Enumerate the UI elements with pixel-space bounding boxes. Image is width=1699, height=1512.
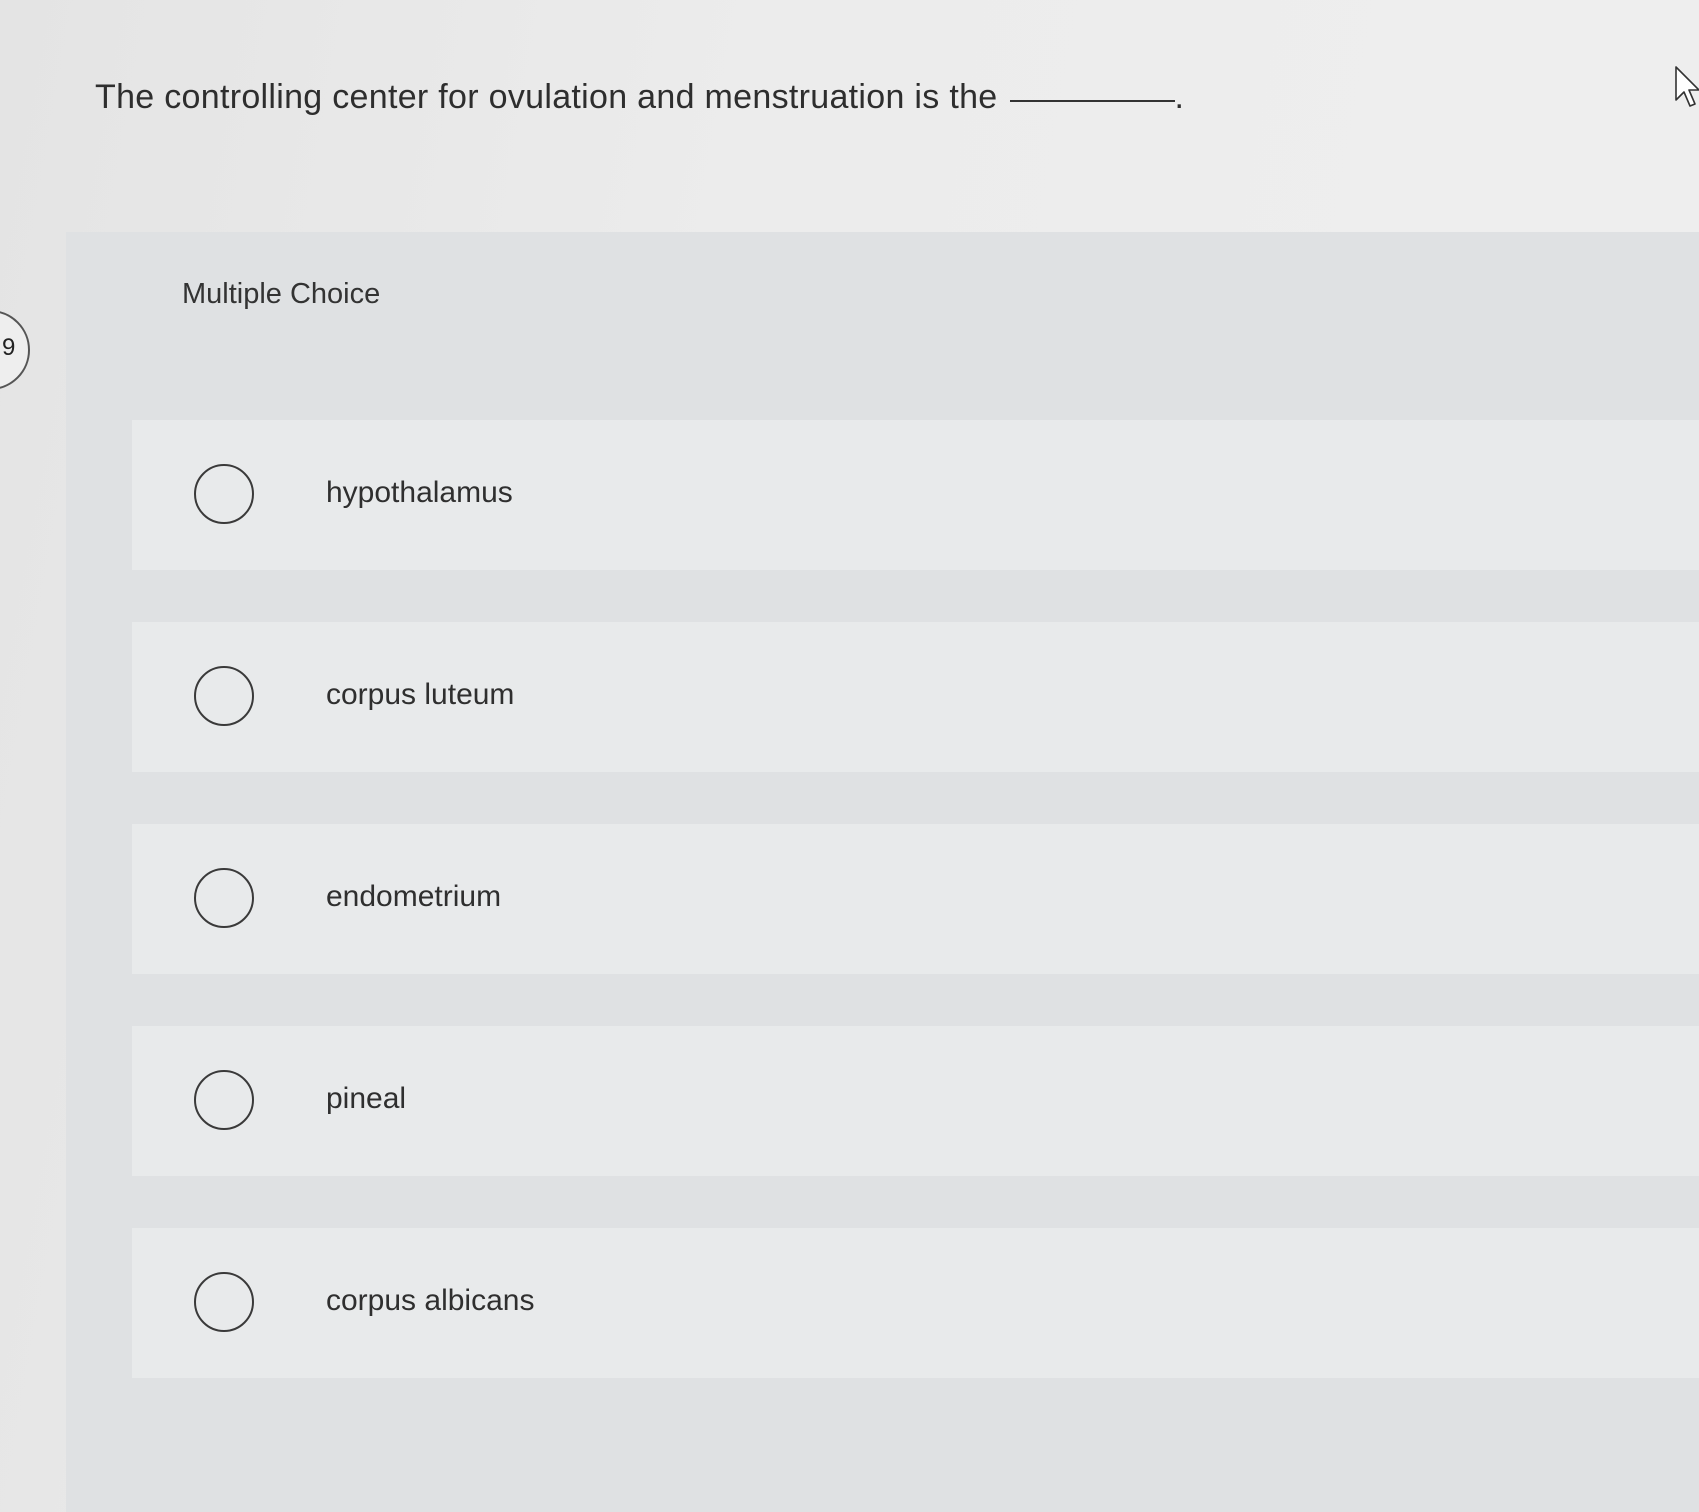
- radio-button-icon[interactable]: [194, 1272, 254, 1332]
- radio-button-icon[interactable]: [194, 1070, 254, 1130]
- option-label: corpus luteum: [326, 678, 515, 711]
- radio-button-icon[interactable]: [194, 868, 254, 928]
- question-type-label: Multiple Choice: [182, 278, 381, 310]
- answer-option-endometrium[interactable]: endometrium: [132, 824, 1699, 974]
- mouse-pointer-icon: [1675, 66, 1699, 107]
- option-label: hypothalamus: [326, 476, 513, 509]
- answer-blank: [1009, 100, 1175, 102]
- question-prompt: The controlling center for ovulation and…: [95, 78, 1184, 117]
- question-number-text: 9: [2, 334, 16, 361]
- radio-button-icon[interactable]: [194, 464, 254, 524]
- option-label: corpus albicans: [326, 1284, 535, 1317]
- option-label: pineal: [326, 1082, 407, 1115]
- question-period: .: [1174, 78, 1185, 116]
- radio-button-icon[interactable]: [194, 666, 254, 726]
- answer-option-corpus-albicans[interactable]: corpus albicans: [132, 1228, 1699, 1378]
- answer-option-hypothalamus[interactable]: hypothalamus: [132, 420, 1699, 570]
- option-label: endometrium: [326, 880, 502, 913]
- answer-option-pineal[interactable]: pineal: [132, 1026, 1699, 1176]
- question-text: The controlling center for ovulation and…: [95, 78, 998, 116]
- answer-option-corpus-luteum[interactable]: corpus luteum: [132, 622, 1699, 772]
